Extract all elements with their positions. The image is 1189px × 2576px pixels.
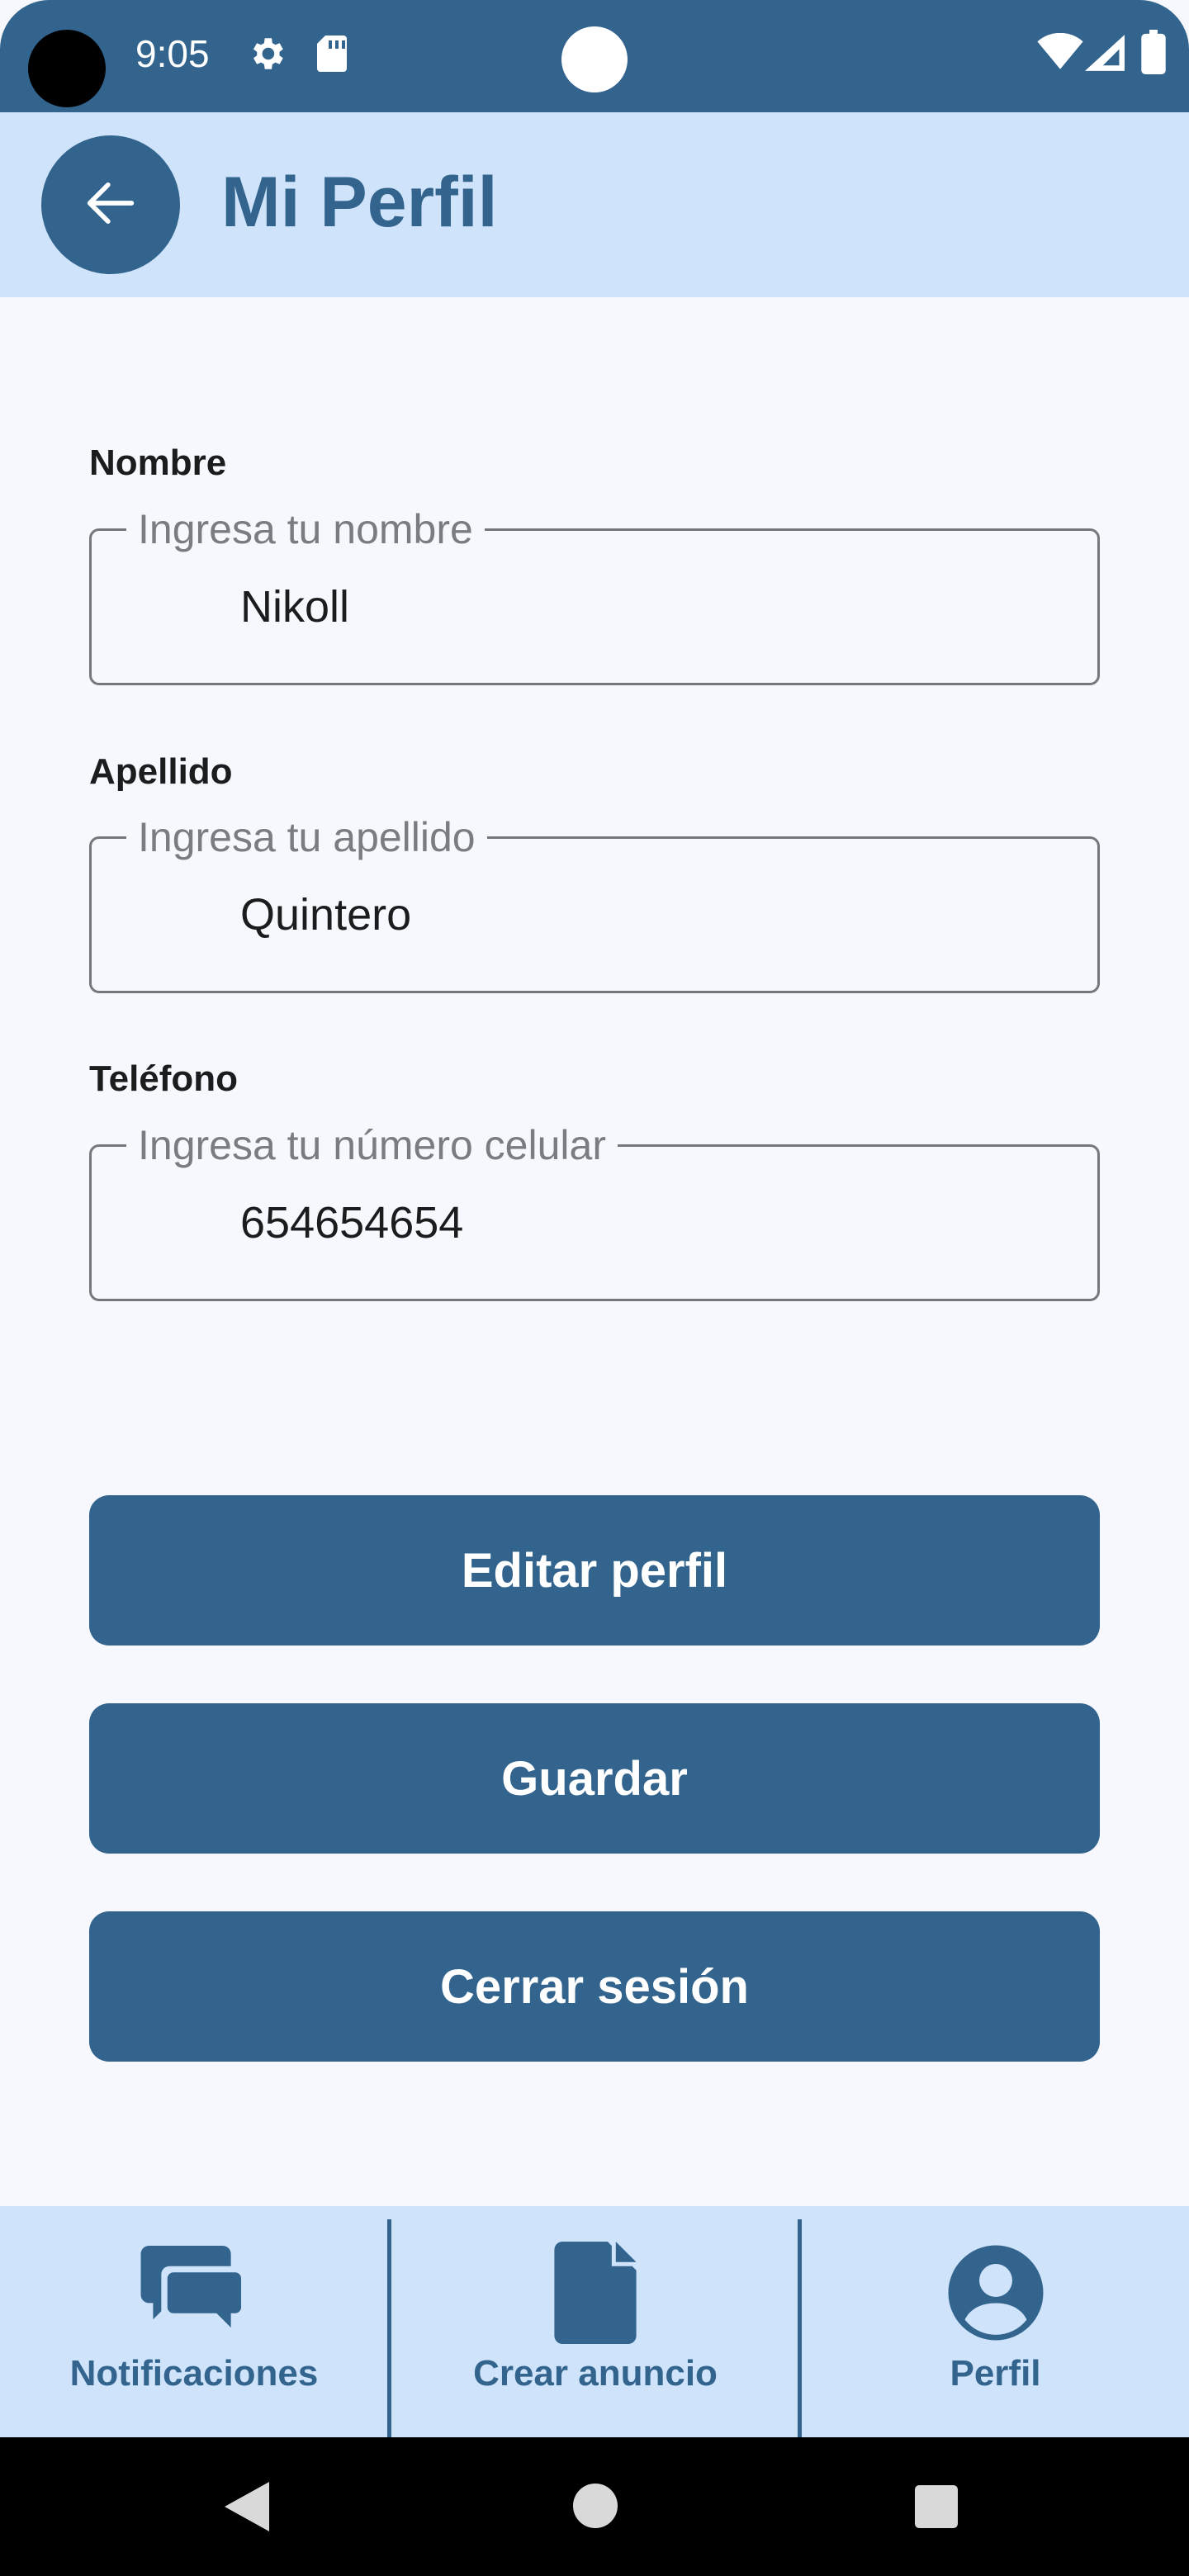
chat-bubbles-icon xyxy=(136,2239,252,2346)
nav-label-crear-anuncio: Crear anuncio xyxy=(473,2353,718,2394)
arrow-left-icon xyxy=(79,172,142,239)
edit-profile-button[interactable]: Editar perfil xyxy=(89,1495,1100,1646)
nombre-label: Nombre xyxy=(89,443,227,483)
apellido-field[interactable]: Ingresa tu apellido Quintero xyxy=(89,814,1100,993)
telefono-label: Teléfono xyxy=(89,1058,239,1099)
back-button[interactable] xyxy=(41,135,180,274)
telefono-placeholder: Ingresa tu número celular xyxy=(126,1122,618,1168)
nombre-placeholder: Ingresa tu nombre xyxy=(126,506,485,552)
system-navigation-bar xyxy=(0,2437,1189,2576)
document-icon xyxy=(554,2239,637,2346)
account-circle-icon xyxy=(946,2239,1045,2346)
logout-button[interactable]: Cerrar sesión xyxy=(89,1911,1100,2062)
screen: 9:05 Mi Perfil Nombre Ingresa tu nombre … xyxy=(0,0,1189,2576)
nav-item-perfil[interactable]: Perfil xyxy=(802,2206,1189,2437)
nombre-input[interactable]: Nikoll xyxy=(240,580,1033,633)
signal-icon xyxy=(1085,35,1125,75)
camera-indicator xyxy=(561,26,628,92)
wifi-icon xyxy=(1037,32,1083,75)
camera-cutout xyxy=(28,30,106,107)
system-recents-icon[interactable] xyxy=(915,2485,958,2532)
apellido-label: Apellido xyxy=(89,751,233,792)
top-app-bar: Mi Perfil xyxy=(0,112,1189,297)
telefono-input[interactable]: 654654654 xyxy=(240,1196,1033,1249)
nav-item-notificaciones[interactable]: Notificaciones xyxy=(0,2206,388,2437)
status-time: 9:05 xyxy=(135,32,210,75)
nombre-field[interactable]: Ingresa tu nombre Nikoll xyxy=(89,506,1100,685)
system-back-icon[interactable] xyxy=(225,2482,269,2536)
gear-icon xyxy=(246,33,287,78)
bottom-navigation: Notificaciones Crear anuncio Perfil xyxy=(0,2206,1189,2437)
nav-label-notificaciones: Notificaciones xyxy=(69,2353,319,2394)
nav-label-perfil: Perfil xyxy=(950,2353,1041,2394)
apellido-input[interactable]: Quintero xyxy=(240,888,1033,941)
apellido-placeholder: Ingresa tu apellido xyxy=(126,814,487,860)
save-button[interactable]: Guardar xyxy=(89,1703,1100,1854)
system-home-icon[interactable] xyxy=(573,2484,618,2532)
page-title: Mi Perfil xyxy=(221,163,498,242)
battery-icon xyxy=(1141,30,1166,78)
telefono-field[interactable]: Ingresa tu número celular 654654654 xyxy=(89,1122,1100,1301)
nav-item-crear-anuncio[interactable]: Crear anuncio xyxy=(391,2206,799,2437)
sd-card-icon xyxy=(315,33,348,78)
status-bar: 9:05 xyxy=(0,0,1189,112)
